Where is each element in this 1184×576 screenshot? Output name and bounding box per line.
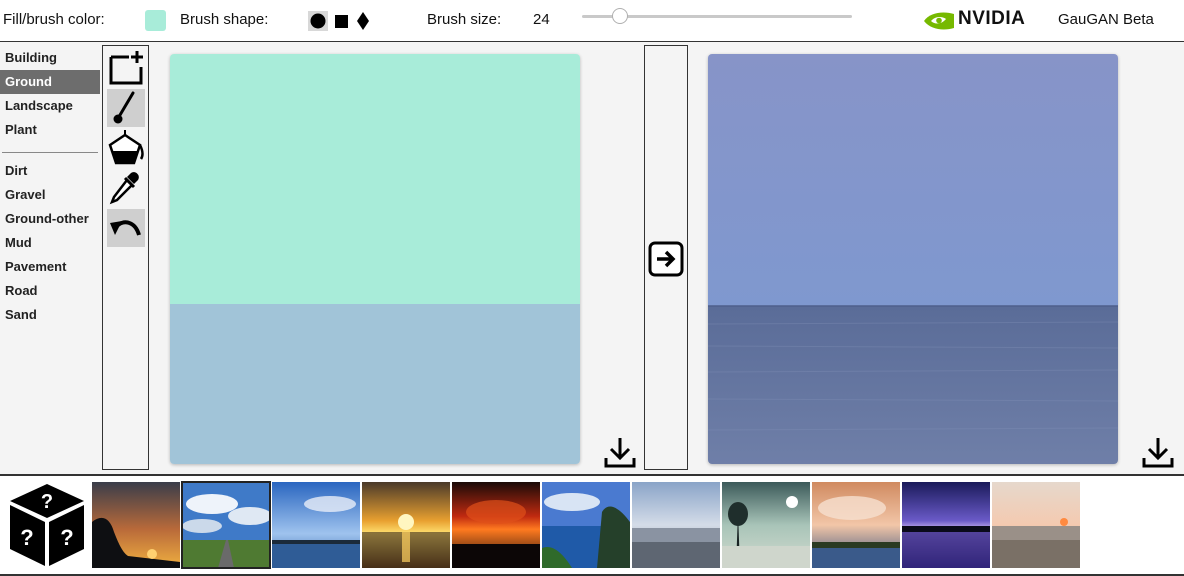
- segmentation-canvas[interactable]: [170, 54, 580, 464]
- canvas-ground-region[interactable]: [170, 304, 580, 464]
- example-thumbnails-strip: ? ? ?: [0, 474, 1184, 576]
- diamond-brush-icon[interactable]: [353, 11, 373, 31]
- fill-color-label: Fill/brush color:: [3, 11, 105, 28]
- eyedropper-icon: [109, 172, 139, 205]
- example-thumbnail[interactable]: [542, 482, 630, 568]
- example-thumbnail[interactable]: [902, 482, 990, 568]
- convert-column: [644, 45, 688, 470]
- brush-size-label: Brush size:: [427, 11, 502, 28]
- generated-output-image: [708, 54, 1118, 464]
- square-brush-icon[interactable]: [332, 11, 352, 31]
- svg-text:?: ?: [60, 525, 73, 550]
- new-canvas-button[interactable]: [107, 49, 145, 87]
- canvas-sky-region[interactable]: [170, 54, 580, 305]
- drawing-tools: [102, 45, 149, 470]
- eyedropper-tool-button[interactable]: [107, 169, 145, 207]
- random-dice-icon[interactable]: ? ? ?: [6, 481, 88, 569]
- download-output-icon[interactable]: [1141, 435, 1175, 469]
- label-item-sand[interactable]: Sand: [0, 303, 100, 327]
- label-item-ground[interactable]: Ground: [0, 70, 100, 94]
- label-item-pavement[interactable]: Pavement: [0, 255, 100, 279]
- svg-text:?: ?: [20, 525, 33, 550]
- label-item-gravel[interactable]: Gravel: [0, 183, 100, 207]
- example-thumbnail[interactable]: [272, 482, 360, 568]
- fill-color-swatch[interactable]: [145, 10, 166, 31]
- example-thumbnail[interactable]: [92, 482, 180, 568]
- editor-area: Building Ground Landscape Plant Dirt Gravel G…: [0, 42, 1184, 474]
- brush-size-slider-thumb[interactable]: [611, 8, 628, 24]
- example-thumbnail[interactable]: [812, 482, 900, 568]
- example-thumbnail[interactable]: [181, 481, 271, 569]
- app-title: GauGAN Beta: [1058, 11, 1154, 28]
- nvidia-logo-icon: [924, 12, 954, 30]
- new-canvas-icon: [109, 51, 143, 85]
- top-toolbar: Fill/brush color: Brush shape: Brush siz…: [0, 0, 1184, 42]
- label-item-plant[interactable]: Plant: [0, 118, 100, 142]
- label-item-dirt[interactable]: Dirt: [0, 159, 100, 183]
- example-thumbnail[interactable]: [632, 482, 720, 568]
- label-list: Building Ground Landscape Plant Dirt Gravel G…: [0, 46, 100, 327]
- example-thumbnail[interactable]: [362, 482, 450, 568]
- brush-shape-label: Brush shape:: [180, 11, 269, 28]
- undo-icon: [110, 220, 141, 236]
- fill-tool-button[interactable]: [107, 129, 145, 167]
- example-thumbnail[interactable]: [992, 482, 1080, 568]
- example-thumbnail[interactable]: [722, 482, 810, 568]
- label-divider: [2, 152, 98, 153]
- label-item-building[interactable]: Building: [0, 46, 100, 70]
- svg-text:?: ?: [41, 491, 53, 513]
- brush-tool-button[interactable]: [107, 89, 145, 127]
- paint-bucket-icon: [108, 130, 144, 165]
- label-item-ground-other[interactable]: Ground-other: [0, 207, 100, 231]
- brush-size-value: 24: [533, 11, 550, 28]
- ocean-output-art: [708, 54, 1118, 464]
- download-canvas-icon[interactable]: [603, 435, 637, 469]
- brush-icon: [113, 91, 135, 124]
- label-item-road[interactable]: Road: [0, 279, 100, 303]
- nvidia-wordmark: NVIDIA: [958, 8, 1026, 29]
- brush-size-slider[interactable]: [582, 8, 852, 24]
- label-item-landscape[interactable]: Landscape: [0, 94, 100, 118]
- undo-button[interactable]: [107, 209, 145, 247]
- circle-brush-icon[interactable]: [308, 11, 328, 31]
- label-item-mud[interactable]: Mud: [0, 231, 100, 255]
- generate-arrow-icon[interactable]: [648, 241, 684, 277]
- example-thumbnail[interactable]: [452, 482, 540, 568]
